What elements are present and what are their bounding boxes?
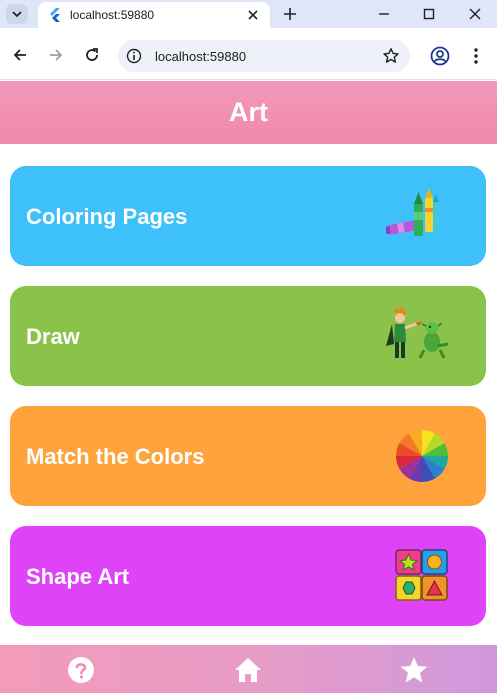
flutter-icon — [50, 8, 60, 22]
shape-blocks-icon — [395, 549, 448, 601]
card-label: Coloring Pages — [26, 204, 188, 229]
window-close-button[interactable] — [465, 4, 485, 24]
home-icon — [235, 658, 261, 682]
chevron-down-icon — [12, 11, 22, 18]
info-icon[interactable] — [126, 48, 142, 64]
shape-art-card[interactable]: Shape Art — [10, 526, 486, 626]
bottom-nav — [0, 645, 497, 693]
star-icon — [400, 657, 428, 683]
address-bar[interactable]: localhost:59880 — [118, 40, 410, 72]
browser-toolbar: localhost:59880 — [0, 28, 497, 80]
tab-close-button[interactable] — [244, 6, 262, 24]
maximize-icon — [423, 8, 435, 20]
card-label: Match the Colors — [26, 444, 205, 469]
art-menu: Coloring Pages Draw Match the Colors Sha… — [0, 144, 497, 645]
close-icon — [248, 10, 258, 20]
reload-icon — [86, 48, 98, 61]
app-bar: Art — [0, 81, 497, 144]
card-label: Draw — [26, 324, 80, 349]
bookmark-star-icon[interactable] — [382, 47, 400, 65]
favorites-button[interactable] — [399, 655, 429, 685]
minimize-icon — [379, 13, 389, 15]
match-the-colors-card[interactable]: Match the Colors — [10, 406, 486, 506]
arrow-right-icon — [50, 49, 63, 61]
page-title: Art — [229, 97, 268, 127]
color-wheel-icon — [396, 430, 448, 482]
home-button[interactable] — [233, 655, 263, 685]
reload-button[interactable] — [81, 44, 103, 66]
draw-card[interactable]: Draw — [10, 286, 486, 386]
card-label: Shape Art — [26, 564, 130, 589]
browser-tabstrip: localhost:59880 — [0, 0, 497, 28]
hero-and-dragon-icon — [386, 306, 449, 359]
more-vert-icon — [474, 48, 478, 64]
tab-search-button[interactable] — [6, 4, 28, 24]
coloring-pages-card[interactable]: Coloring Pages — [10, 166, 486, 266]
arrow-left-icon — [13, 49, 26, 61]
close-icon — [469, 8, 481, 20]
plus-icon — [284, 8, 296, 20]
crayons-icon — [386, 188, 439, 236]
minimize-button[interactable] — [374, 4, 394, 24]
profile-icon[interactable] — [430, 46, 450, 66]
browser-tab[interactable]: localhost:59880 — [38, 2, 270, 28]
maximize-button[interactable] — [419, 4, 439, 24]
help-button[interactable] — [66, 655, 96, 685]
help-icon — [68, 657, 94, 683]
back-button[interactable] — [9, 44, 31, 66]
forward-button[interactable] — [45, 44, 67, 66]
address-url[interactable]: localhost:59880 — [155, 49, 246, 64]
new-tab-button[interactable] — [280, 4, 300, 24]
tab-title: localhost:59880 — [70, 8, 155, 22]
browser-menu-button[interactable] — [468, 46, 484, 66]
